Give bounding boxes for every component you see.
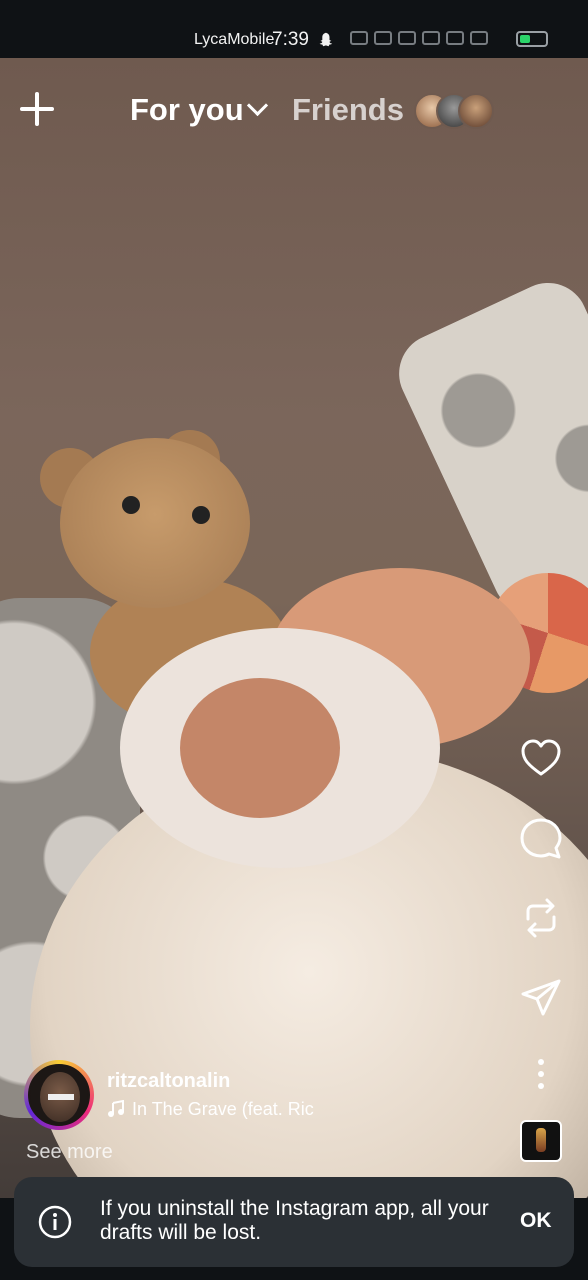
send-icon	[521, 979, 561, 1016]
battery-icon	[516, 31, 548, 47]
signal-icon	[470, 31, 488, 45]
carrier-name: LycaMobile	[194, 31, 275, 48]
info-icon	[38, 1205, 72, 1239]
status-bar: LycaMobile 7:39	[0, 0, 588, 58]
system-indicators	[350, 31, 488, 45]
nfc-icon	[374, 31, 392, 45]
avatar-overlay	[48, 1094, 74, 1100]
avatar	[458, 93, 494, 129]
dog-ear	[180, 678, 340, 818]
create-button[interactable]	[20, 92, 54, 126]
volte-icon	[446, 31, 464, 45]
more-vertical-icon	[538, 1059, 544, 1089]
tab-for-you[interactable]: For you	[130, 92, 244, 128]
plush-dog	[120, 568, 540, 888]
tab-friends[interactable]: Friends	[292, 92, 404, 128]
share-button[interactable]	[518, 975, 564, 1021]
bear-eye	[122, 496, 140, 514]
friends-avatars[interactable]	[414, 93, 494, 129]
like-button[interactable]	[518, 735, 564, 781]
author-username[interactable]: ritzcaltonalin	[107, 1070, 230, 1093]
headphones-icon	[398, 31, 416, 45]
audio-track-title[interactable]: In The Grave (feat. Ric	[132, 1099, 314, 1120]
repost-button[interactable]	[518, 895, 564, 941]
comment-button[interactable]	[518, 815, 564, 861]
comment-icon	[520, 818, 562, 859]
toast-message: If you uninstall the Instagram app, all …	[100, 1197, 489, 1244]
ok-button[interactable]: OK	[520, 1209, 552, 1233]
author-avatar[interactable]	[24, 1060, 94, 1130]
drafts-warning-toast: If you uninstall the Instagram app, all …	[14, 1177, 574, 1267]
clock: 7:39	[272, 29, 309, 50]
vibrate-icon	[422, 31, 440, 45]
more-options-button[interactable]	[518, 1051, 564, 1097]
eye-comfort-icon	[350, 31, 368, 45]
avatar-image	[28, 1064, 90, 1126]
audio-album-art[interactable]	[520, 1120, 562, 1162]
repost-icon	[526, 898, 556, 938]
see-more-link[interactable]: See more	[26, 1141, 113, 1164]
music-note-icon	[108, 1100, 124, 1117]
snapchat-ghost-icon	[319, 32, 333, 47]
heart-icon	[521, 739, 561, 776]
bear-eye	[192, 506, 210, 524]
